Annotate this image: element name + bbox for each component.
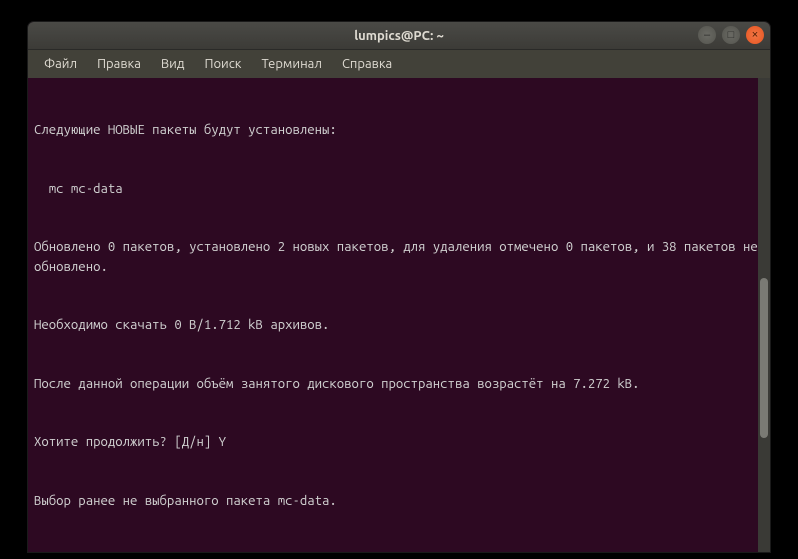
output-line: Выбор ранее не выбранного пакета mc-data…: [34, 492, 764, 512]
menubar: Файл Правка Вид Поиск Терминал Справка: [28, 50, 770, 78]
close-button[interactable]: ×: [746, 26, 764, 44]
menu-edit[interactable]: Правка: [89, 53, 149, 75]
menu-terminal[interactable]: Терминал: [253, 53, 329, 75]
terminal-window: lumpics@PC: ~ – □ × Файл Правка Вид Поис…: [28, 22, 770, 552]
menu-search[interactable]: Поиск: [196, 53, 249, 75]
window-controls: – □ ×: [698, 26, 764, 44]
scrollbar[interactable]: [758, 78, 770, 552]
menu-file[interactable]: Файл: [36, 53, 85, 75]
output-line: Следующие НОВЫЕ пакеты будут установлены…: [34, 121, 764, 141]
output-line: mc mc-data: [34, 180, 764, 200]
maximize-button[interactable]: □: [722, 26, 740, 44]
output-line: (Чтение базы данных … на данный момент у…: [34, 550, 764, 552]
titlebar: lumpics@PC: ~ – □ ×: [28, 22, 770, 50]
menu-view[interactable]: Вид: [153, 53, 193, 75]
terminal-output[interactable]: Следующие НОВЫЕ пакеты будут установлены…: [28, 78, 770, 552]
scrollbar-thumb[interactable]: [760, 278, 768, 438]
output-line: После данной операции объём занятого дис…: [34, 375, 764, 395]
output-line: Хотите продолжить? [Д/н] Y: [34, 433, 764, 453]
minimize-button[interactable]: –: [698, 26, 716, 44]
window-title: lumpics@PC: ~: [28, 29, 770, 43]
menu-help[interactable]: Справка: [334, 53, 400, 75]
output-line: Необходимо скачать 0 B/1.712 kB архивов.: [34, 316, 764, 336]
output-line: Обновлено 0 пакетов, установлено 2 новых…: [34, 238, 764, 277]
